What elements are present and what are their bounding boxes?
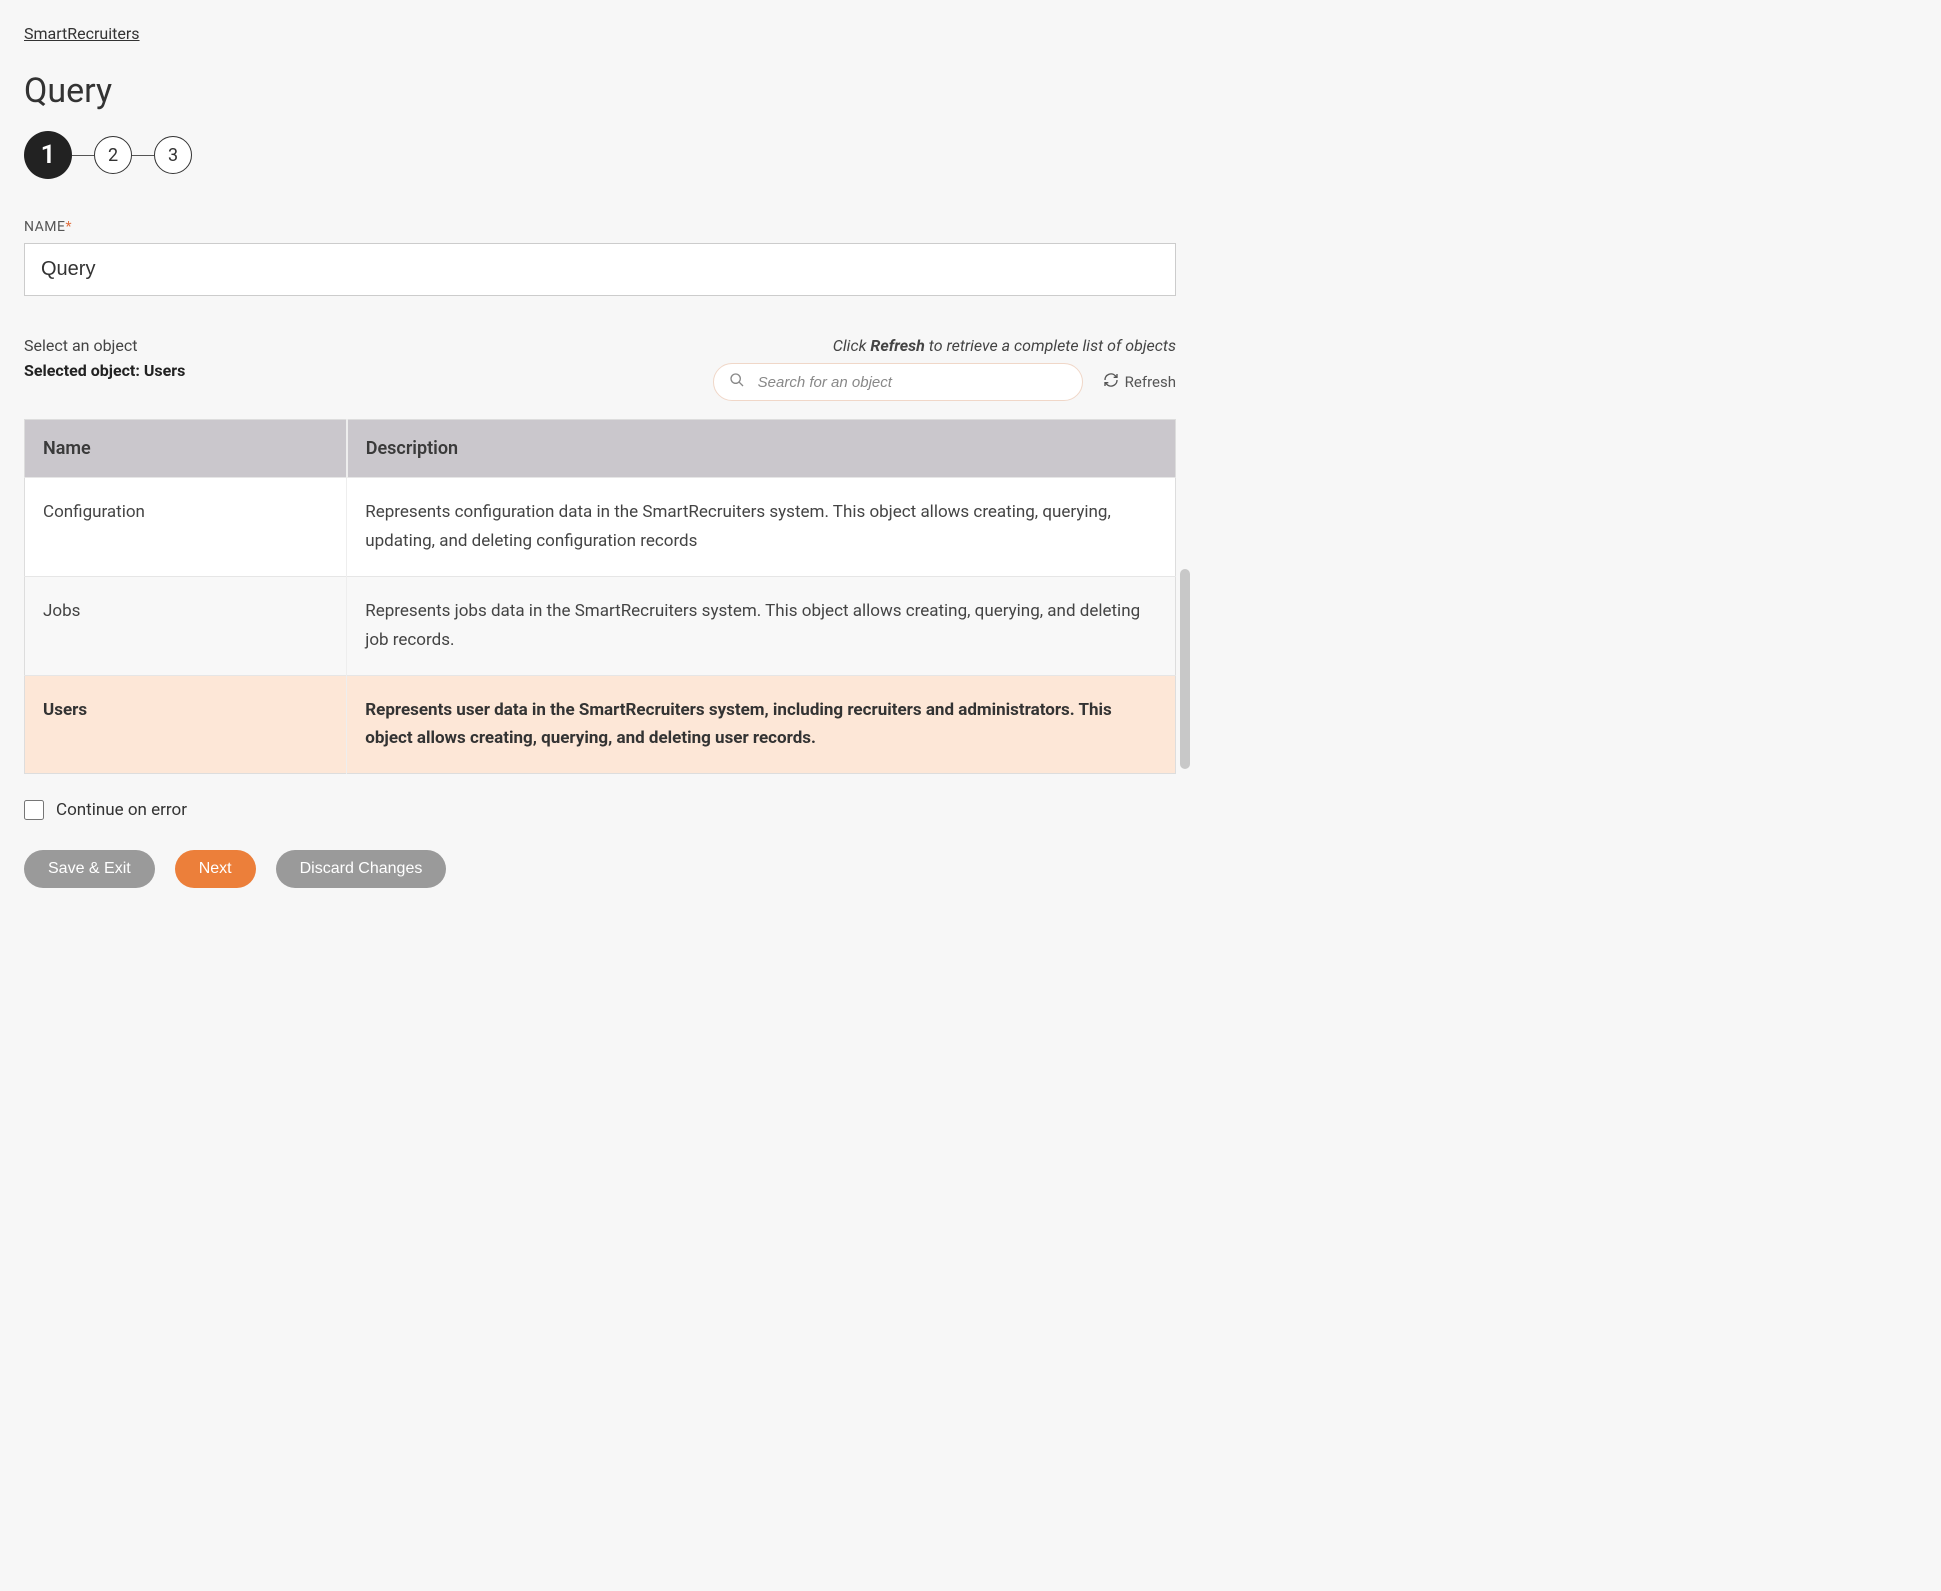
search-input[interactable] xyxy=(713,363,1083,401)
selected-object-prefix: Selected object: xyxy=(24,361,144,380)
select-object-label: Select an object xyxy=(24,336,592,355)
save-exit-button[interactable]: Save & Exit xyxy=(24,850,155,888)
page-title: Query xyxy=(24,71,1176,111)
refresh-label: Refresh xyxy=(1125,373,1176,391)
step-connector xyxy=(132,155,154,156)
refresh-icon xyxy=(1103,372,1119,392)
name-input[interactable] xyxy=(24,243,1176,296)
step-connector xyxy=(72,155,94,156)
cell-name: Configuration xyxy=(25,478,347,577)
refresh-hint: Click Refresh to retrieve a complete lis… xyxy=(608,336,1176,355)
continue-on-error-checkbox[interactable] xyxy=(24,800,44,820)
step-3[interactable]: 3 xyxy=(154,136,192,174)
cell-description: Represents configuration data in the Sma… xyxy=(347,478,1176,577)
scrollbar-thumb[interactable] xyxy=(1180,569,1190,769)
selected-object-value: Users xyxy=(144,361,185,380)
step-1[interactable]: 1 xyxy=(24,131,72,179)
name-field-label: NAME* xyxy=(24,219,1176,235)
discard-button[interactable]: Discard Changes xyxy=(276,850,447,888)
table-row[interactable]: JobsRepresents jobs data in the SmartRec… xyxy=(25,576,1176,675)
required-marker: * xyxy=(65,219,72,235)
next-button[interactable]: Next xyxy=(175,850,256,888)
cell-name: Users xyxy=(25,675,347,774)
scrollbar[interactable] xyxy=(1180,489,1190,774)
hint-suffix: to retrieve a complete list of objects xyxy=(925,336,1176,355)
stepper: 1 2 3 xyxy=(24,131,1176,179)
refresh-button[interactable]: Refresh xyxy=(1103,372,1176,392)
col-header-description[interactable]: Description xyxy=(347,420,1176,478)
cell-name: Jobs xyxy=(25,576,347,675)
table-row[interactable]: UsersRepresents user data in the SmartRe… xyxy=(25,675,1176,774)
hint-strong: Refresh xyxy=(870,336,924,355)
breadcrumb-smartrecruiters[interactable]: SmartRecruiters xyxy=(24,24,140,43)
continue-on-error-label: Continue on error xyxy=(56,800,187,820)
search-icon xyxy=(729,372,745,392)
hint-prefix: Click xyxy=(833,336,871,355)
cell-description: Represents jobs data in the SmartRecruit… xyxy=(347,576,1176,675)
cell-description: Represents user data in the SmartRecruit… xyxy=(347,675,1176,774)
continue-on-error-row[interactable]: Continue on error xyxy=(24,800,1176,820)
name-label-text: NAME xyxy=(24,219,65,235)
selected-object-text: Selected object: Users xyxy=(24,361,592,380)
table-row[interactable]: ConfigurationRepresents configuration da… xyxy=(25,478,1176,577)
col-header-name[interactable]: Name xyxy=(25,420,347,478)
step-2[interactable]: 2 xyxy=(94,136,132,174)
objects-table: Name Description ConfigurationRepresents… xyxy=(24,419,1176,774)
